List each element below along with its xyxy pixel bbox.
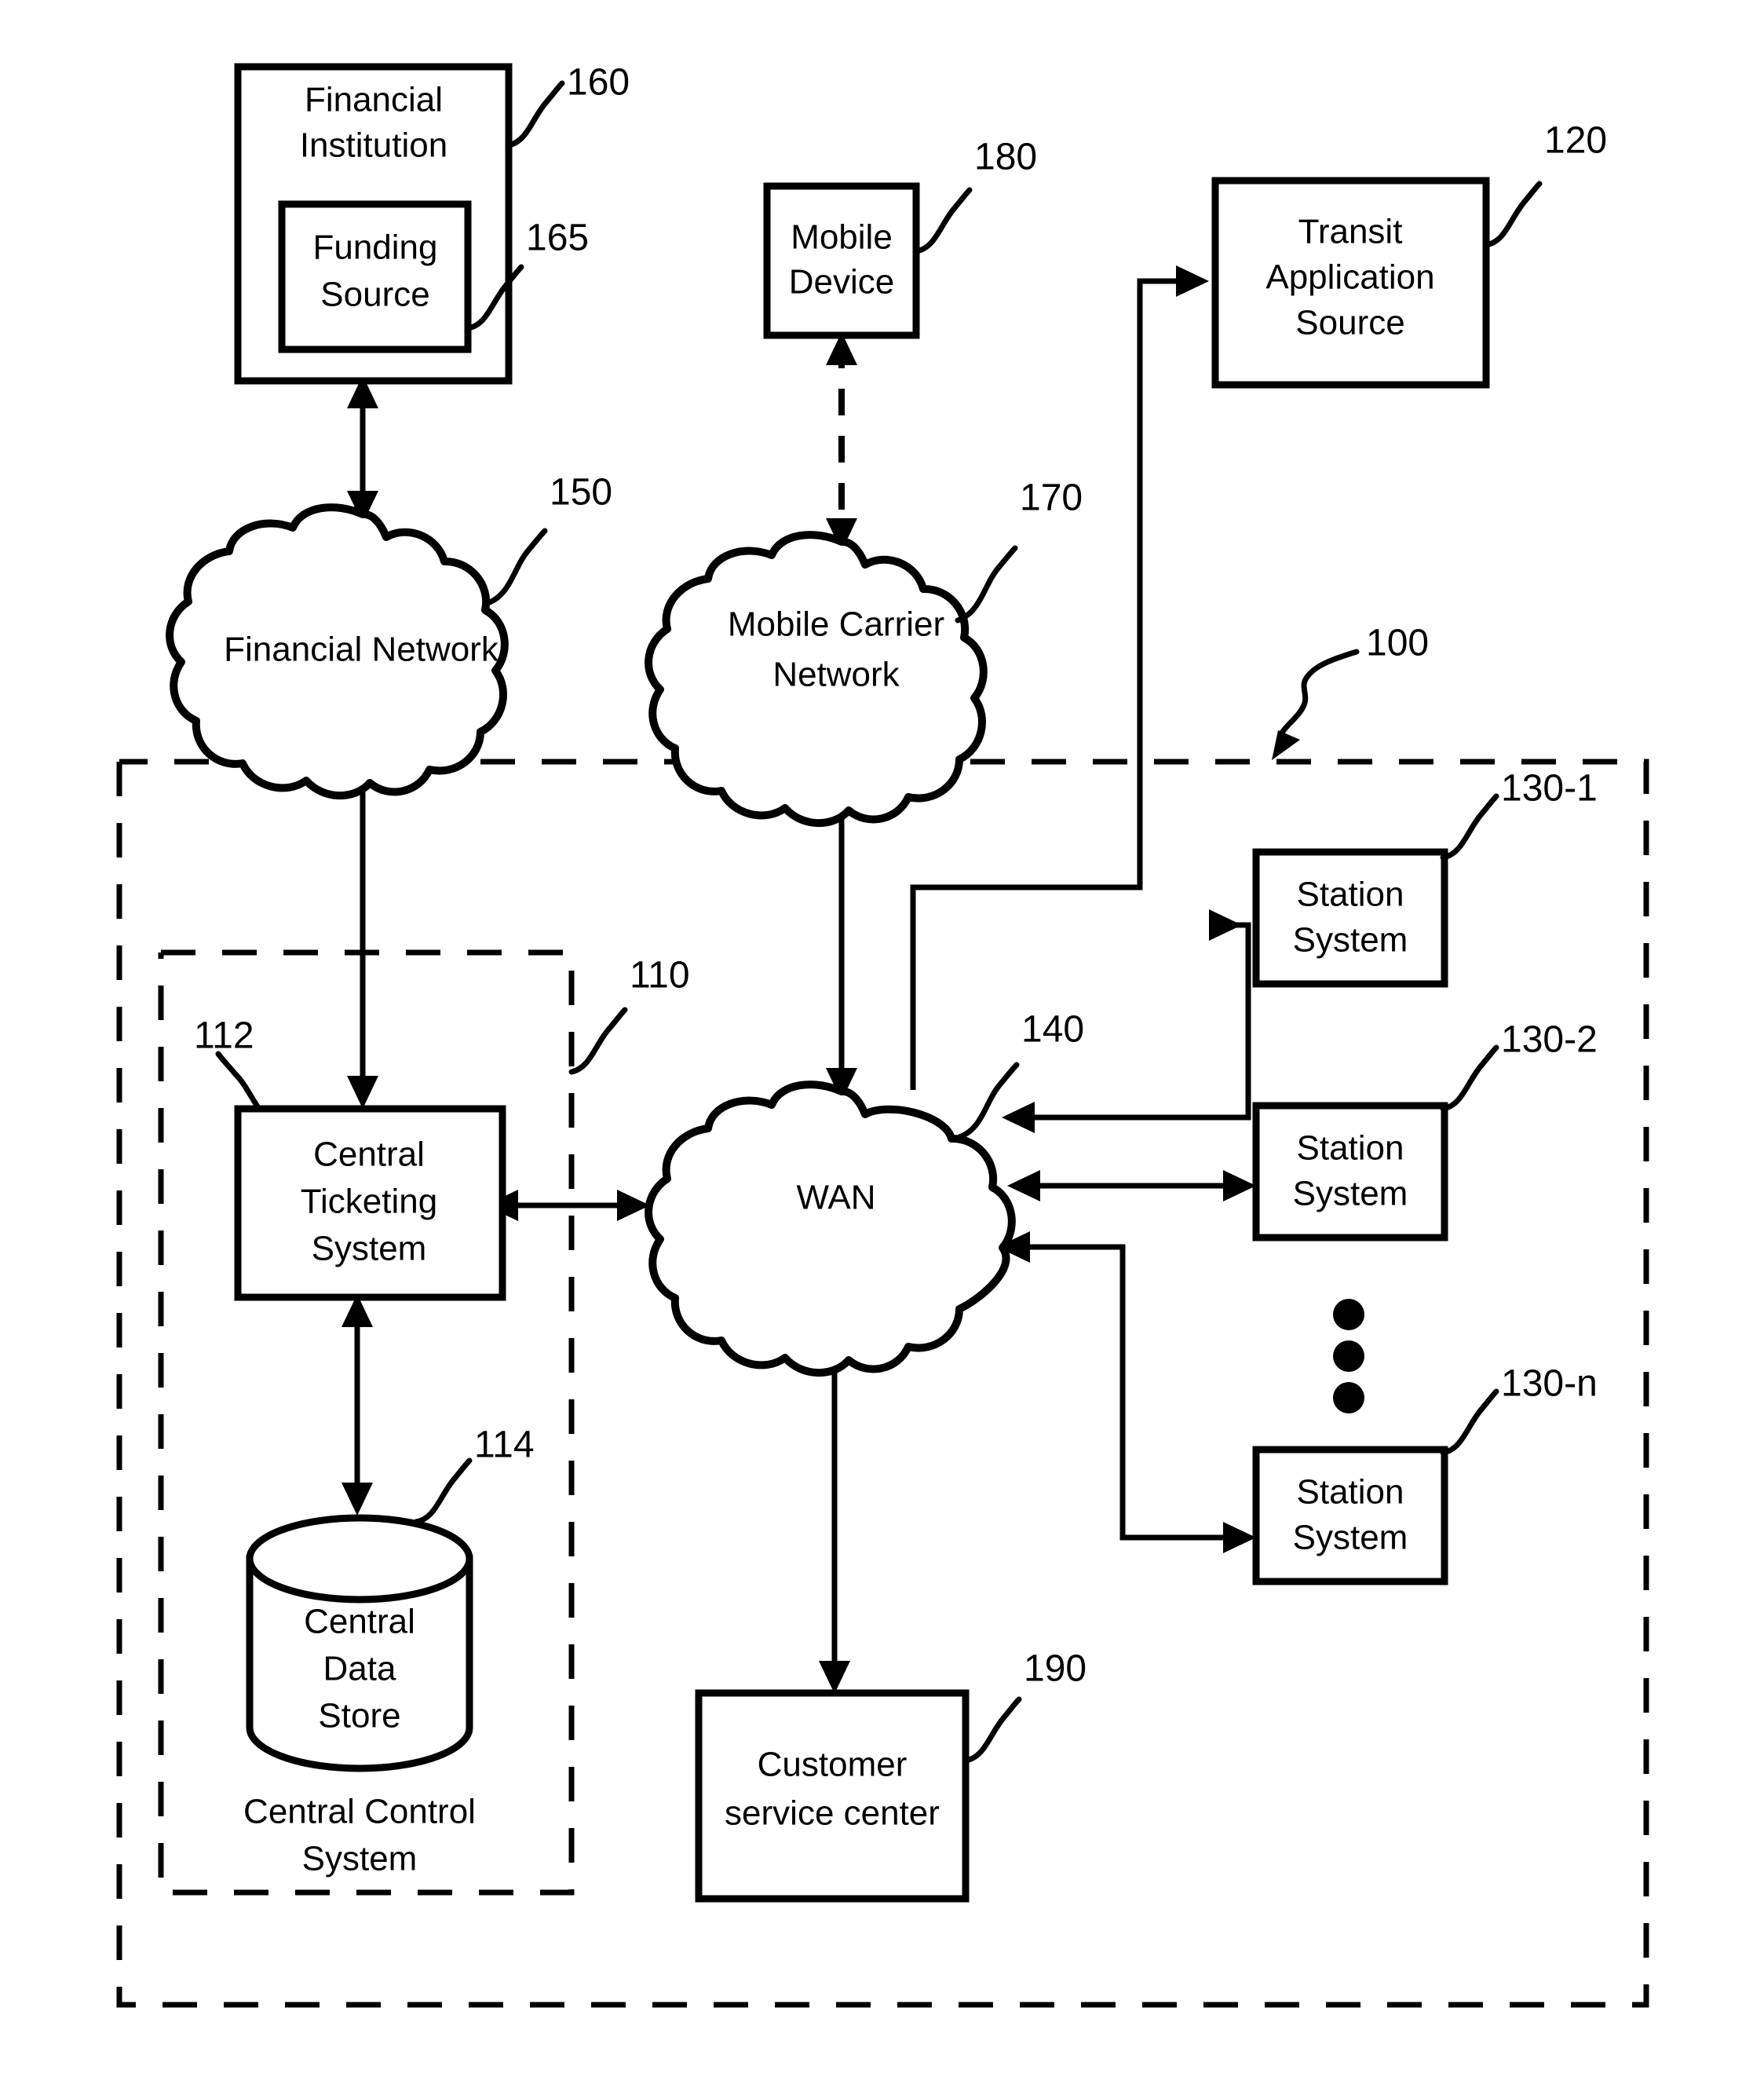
connector-wan-to-station-system-2 xyxy=(1007,1170,1256,1201)
financial-institution-label-line1: Financial xyxy=(305,81,443,119)
ref-leader-120: 120 xyxy=(1483,120,1607,248)
connector-central-ticketing-system-to-central-data-store xyxy=(341,1294,373,1516)
mobile-device-label-line2: Device xyxy=(789,263,895,302)
station-system-1-label-line1: Station xyxy=(1297,876,1404,914)
ref-label-112: 112 xyxy=(194,1015,254,1057)
station-system-n-label-line2: System xyxy=(1293,1519,1408,1557)
transit-application-source-box[interactable]: Transit Application Source xyxy=(1211,177,1490,389)
ref-label-150: 150 xyxy=(550,472,612,514)
transit-application-source-label-line3: Source xyxy=(1295,304,1404,342)
ref-label-130-n: 130-n xyxy=(1501,1363,1598,1405)
station-system-2-label-line2: System xyxy=(1293,1175,1408,1213)
mobile-carrier-network-cloud[interactable]: Mobile Carrier Network xyxy=(645,531,988,828)
patent-figure: Financial Institution Funding Source Mob… xyxy=(0,0,1764,2099)
ref-leader-110: 110 xyxy=(568,955,690,1075)
station-system-n-box[interactable]: Station System xyxy=(1252,1446,1448,1585)
ref-leader-190: 190 xyxy=(962,1648,1087,1764)
ref-leader-130-1: 130-1 xyxy=(1440,768,1598,861)
ref-label-130-1: 130-1 xyxy=(1501,768,1598,810)
customer-service-center-box[interactable]: Customer service center xyxy=(695,1689,970,1903)
connector-central-ticketing-system-to-wan xyxy=(485,1190,650,1221)
central-control-system-caption: Central Control System xyxy=(243,1793,476,1878)
connector-financial-institution-to-financial-network xyxy=(347,375,378,524)
mobile-carrier-network-label-line2: Network xyxy=(772,656,900,694)
station-system-2-label-line1: Station xyxy=(1297,1129,1404,1168)
central-data-store-label-line2: Data xyxy=(323,1650,396,1688)
ref-label-130-2: 130-2 xyxy=(1501,1019,1598,1061)
ref-label-160: 160 xyxy=(567,62,630,104)
ref-leader-114: 114 xyxy=(413,1424,535,1525)
wan-label: WAN xyxy=(796,1179,875,1217)
central-control-system-label-line2: System xyxy=(302,1840,418,1878)
vertical-ellipsis-icon xyxy=(1333,1299,1364,1413)
ref-leader-130-n: 130-n xyxy=(1440,1363,1598,1456)
ref-leader-150: 150 xyxy=(484,472,612,606)
customer-service-center-label-line2: service center xyxy=(725,1794,940,1833)
mobile-device-box[interactable]: Mobile Device xyxy=(763,182,920,339)
station-system-1-label-line2: System xyxy=(1293,921,1408,960)
connector-mobile-device-to-mobile-carrier-network xyxy=(826,332,857,551)
ref-label-140: 140 xyxy=(1021,1009,1084,1051)
ref-leader-100: 100 xyxy=(1272,623,1429,760)
ref-leader-112: 112 xyxy=(194,1015,262,1112)
transit-application-source-label-line2: Application xyxy=(1265,258,1434,297)
funding-source-label-line2: Source xyxy=(320,276,429,314)
financial-institution-label-line2: Institution xyxy=(300,126,447,165)
ref-label-100: 100 xyxy=(1366,623,1429,664)
ref-label-170: 170 xyxy=(1020,477,1083,519)
ref-leader-160: 160 xyxy=(506,62,630,148)
ref-label-165: 165 xyxy=(526,218,589,259)
ref-label-110: 110 xyxy=(630,955,690,996)
mobile-carrier-network-label-line1: Mobile Carrier xyxy=(728,605,944,644)
station-system-1-box[interactable]: Station System xyxy=(1252,848,1448,988)
customer-service-center-label-line1: Customer xyxy=(758,1746,908,1784)
ref-leader-180: 180 xyxy=(913,137,1037,254)
central-data-store-cylinder[interactable]: Central Data Store xyxy=(246,1514,473,1772)
station-system-2-box[interactable]: Station System xyxy=(1252,1102,1448,1241)
central-control-system-label-line1: Central Control xyxy=(243,1793,476,1831)
central-ticketing-system-label-line2: Ticketing xyxy=(301,1183,437,1221)
ref-leader-130-2: 130-2 xyxy=(1440,1019,1598,1112)
connector-wan-to-station-system-n xyxy=(997,1231,1256,1553)
station-system-n-label-line1: Station xyxy=(1297,1473,1404,1512)
ref-label-120: 120 xyxy=(1544,120,1607,162)
central-ticketing-system-box[interactable]: Central Ticketing System xyxy=(234,1105,506,1301)
central-data-store-label-line3: Store xyxy=(318,1697,400,1735)
ref-label-180: 180 xyxy=(974,137,1037,178)
central-ticketing-system-label-line3: System xyxy=(312,1230,427,1268)
central-ticketing-system-label-line1: Central xyxy=(313,1135,425,1174)
wan-cloud[interactable]: WAN xyxy=(645,1081,1016,1377)
ref-label-190: 190 xyxy=(1024,1648,1087,1690)
financial-network-cloud[interactable]: Financial Network xyxy=(166,503,509,800)
funding-source-label-line1: Funding xyxy=(312,229,437,267)
central-data-store-label-line1: Central xyxy=(304,1603,415,1641)
ref-label-114: 114 xyxy=(474,1424,535,1466)
mobile-device-label-line1: Mobile xyxy=(791,218,893,257)
transit-application-source-label-line1: Transit xyxy=(1298,213,1403,251)
funding-source-box[interactable]: Funding Source xyxy=(278,200,472,353)
ref-leader-170: 170 xyxy=(955,477,1083,623)
financial-network-label: Financial Network xyxy=(224,631,499,669)
